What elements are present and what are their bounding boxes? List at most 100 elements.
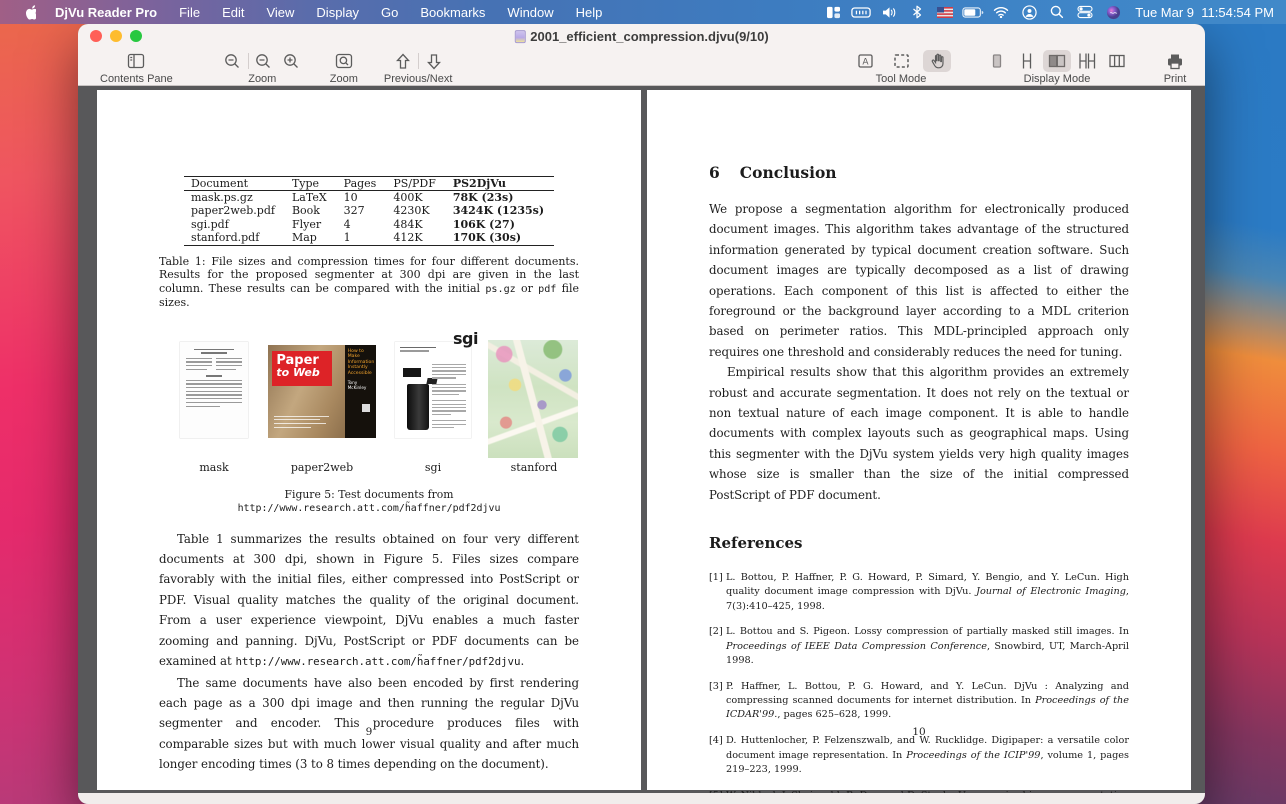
window-bottom-bar <box>78 793 1205 804</box>
paragraph: The same documents have also been encode… <box>159 675 579 772</box>
marquee-zoom-button[interactable] <box>330 50 358 72</box>
results-table: Document Type Pages PS/PDF PS2DjVu mask.ps.g… <box>183 176 555 247</box>
rect-select-button[interactable] <box>887 50 915 72</box>
toolbar: Contents Pane Zoom Zoom Previous/Next A … <box>78 48 1205 86</box>
single-page-button[interactable] <box>983 50 1011 72</box>
menu-clock[interactable]: Tue Mar 9 11:54:54 PM <box>1131 5 1274 20</box>
status-icons <box>821 2 1125 22</box>
prev-next-cluster: Previous/Next <box>384 50 452 85</box>
table-header-cell: Document <box>183 176 285 192</box>
tool-mode-label: Tool Mode <box>875 73 927 85</box>
text-select-button[interactable]: A <box>851 50 879 72</box>
menu-edit[interactable]: Edit <box>211 5 255 20</box>
menu-window[interactable]: Window <box>496 5 564 20</box>
window-layout-icon[interactable] <box>821 2 845 22</box>
table-header-cell: PS/PDF <box>386 176 446 192</box>
table-row: mask.ps.gz LaTeX 10 400K 78K (23s) <box>190 190 514 204</box>
reference-item: [2] L. Bottou and S. Pigeon. Lossy compre… <box>709 625 1129 668</box>
keyboard-widget-icon[interactable] <box>849 2 873 22</box>
page-10: 6 Conclusion We propose a segmentation al… <box>647 90 1191 793</box>
menu-file[interactable]: File <box>168 5 211 20</box>
zoom-cluster: Zoom <box>219 50 306 85</box>
zoom-label: Zoom <box>248 73 277 85</box>
reference-item: [3] P. Haffner, L. Bottou, P. G. Howard, … <box>709 680 1129 723</box>
djvu-reader-window: 2001_efficient_compression.djvu(9/10) Co… <box>78 24 1205 804</box>
figure-label-paper2web: paper2web <box>290 460 354 474</box>
apple-menu-icon[interactable] <box>14 4 44 20</box>
print-label: Print <box>1163 73 1187 85</box>
sgi-logo-text: sgi <box>453 328 478 348</box>
document-view[interactable]: Document Type Pages PS/PDF PS2DjVu mask.ps.g… <box>78 86 1205 793</box>
marquee-zoom-cluster: Zoom <box>330 50 358 85</box>
page-9: Document Type Pages PS/PDF PS2DjVu mask.ps.g… <box>97 90 641 790</box>
paragraph: Table 1 summarizes the results obtained … <box>159 531 579 669</box>
zoom-window-button[interactable] <box>130 30 142 42</box>
zoom-marquee-label: Zoom <box>329 73 358 85</box>
volume-icon[interactable] <box>877 2 901 22</box>
book-mode-button[interactable] <box>1103 50 1131 72</box>
previous-page-button[interactable] <box>389 50 417 72</box>
display-mode-cluster: Display Mode <box>983 50 1131 85</box>
thumbnail-sgi <box>395 341 471 438</box>
menu-display[interactable]: Display <box>305 5 370 20</box>
figure-5: Paper to Web How to Make Information Ins… <box>159 329 579 478</box>
menu-app-name[interactable]: DjVu Reader Pro <box>44 5 168 20</box>
menu-go[interactable]: Go <box>370 5 409 20</box>
table-row: stanford.pdf Map 1 412K 170K (30s) <box>190 231 522 245</box>
thumbnail-stanford <box>488 339 578 458</box>
hand-tool-button[interactable] <box>923 50 951 72</box>
wifi-icon[interactable] <box>989 2 1013 22</box>
table-header-row: Document Type Pages PS/PDF PS2DjVu <box>183 176 555 192</box>
menu-help[interactable]: Help <box>565 5 614 20</box>
reference-item: [4] D. Huttenlocher, P. Felzenszwalb, and… <box>709 734 1129 777</box>
reference-text: P. Haffner, L. Bottou, P. G. Howard, and… <box>726 680 1130 721</box>
contents-pane-button[interactable] <box>122 50 150 72</box>
battery-icon[interactable] <box>961 2 985 22</box>
table-header-cell: PS2DjVu <box>445 176 555 192</box>
prev-next-label: Previous/Next <box>383 73 453 85</box>
section-heading: 6 Conclusion <box>709 163 837 182</box>
title-bar[interactable]: 2001_efficient_compression.djvu(9/10) <box>78 24 1205 48</box>
tool-mode-cluster: A Tool Mode <box>851 50 951 85</box>
siri-icon[interactable] <box>1101 2 1125 22</box>
spotlight-search-icon[interactable] <box>1045 2 1069 22</box>
close-button[interactable] <box>90 30 102 42</box>
menu-view[interactable]: View <box>255 5 305 20</box>
facing-pages-button[interactable] <box>1043 50 1071 72</box>
menu-bookmarks[interactable]: Bookmarks <box>409 5 496 20</box>
paragraph: Empirical results show that this algorit… <box>709 365 1129 502</box>
thumbnail-mask <box>180 341 248 438</box>
table-caption: Table 1: File sizes and compression time… <box>159 255 579 310</box>
thumbnail-paper2web: Paper to Web How to Make Information Ins… <box>268 344 376 438</box>
contents-pane-label: Contents Pane <box>100 73 173 85</box>
zoom-in-button[interactable] <box>278 50 306 72</box>
continuous-page-button[interactable] <box>1013 50 1041 72</box>
reference-number: [2] <box>709 626 723 638</box>
print-button[interactable] <box>1161 50 1189 72</box>
figure-label-mask: mask <box>199 460 229 474</box>
input-source-flag-icon[interactable] <box>933 2 957 22</box>
table-row: sgi.pdf Flyer 4 484K 106K (27) <box>190 217 515 231</box>
table-row: paper2web.pdf Book 327 4230K 3424K (1235s) <box>190 204 545 218</box>
table-header-cell: Pages <box>336 176 387 192</box>
reference-number: [1] <box>709 572 723 584</box>
figure-caption: Figure 5: Test documents from http://www… <box>237 487 501 514</box>
screen: DjVu Reader Pro File Edit View Display Go Boo… <box>0 0 1286 804</box>
results-table-body: mask.ps.gz LaTeX 10 400K 78K (23s) paper2web.… <box>184 191 554 246</box>
zoom-out-button-2[interactable] <box>250 50 278 72</box>
bluetooth-icon[interactable] <box>905 2 929 22</box>
references-heading: References <box>709 534 803 553</box>
control-center-icon[interactable] <box>1073 2 1097 22</box>
next-page-button[interactable] <box>420 50 448 72</box>
facing-continuous-button[interactable] <box>1073 50 1101 72</box>
reference-text: D. Huttenlocher, P. Felzenszwalb, and W.… <box>726 735 1130 775</box>
references-list: [1] L. Bottou, P. Haffner, P. G. Howard, … <box>709 571 1129 793</box>
minimize-button[interactable] <box>110 30 122 42</box>
reference-text: W. Niblack J. Sheinvald, B. Dom and D. S… <box>726 789 1129 793</box>
user-account-icon[interactable] <box>1017 2 1041 22</box>
wallpaper-left <box>0 0 90 804</box>
page-number-left: 9 <box>365 726 373 738</box>
window-title: 2001_efficient_compression.djvu(9/10) <box>514 29 769 44</box>
reference-text: L. Bottou, P. Haffner, P. G. Howard, P. … <box>726 572 1129 612</box>
zoom-out-button[interactable] <box>219 50 247 72</box>
